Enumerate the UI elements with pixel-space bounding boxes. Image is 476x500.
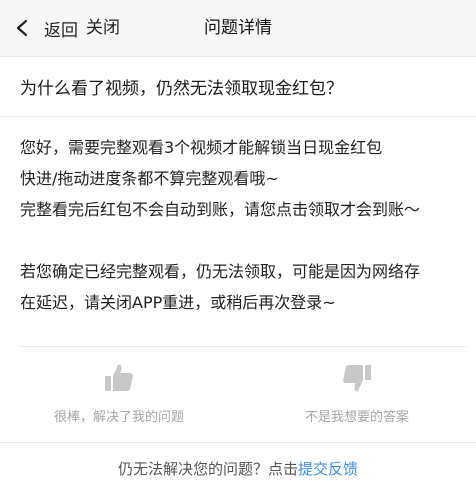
divider: [0, 116, 476, 117]
answer-body: 您好，需要完整观看3个视频才能解锁当日现金红包 快进/拖动进度条都不算完整观看哦…: [20, 132, 466, 318]
divider: [18, 346, 466, 347]
helpful-button[interactable]: 很棒，解决了我的问题: [0, 350, 238, 442]
question-title: 为什么看了视频，仍然无法领取现金红包？: [20, 79, 343, 99]
not-helpful-label: 不是我想要的答案: [304, 410, 409, 425]
divider: [0, 442, 476, 443]
not-helpful-button[interactable]: 不是我想要的答案: [238, 350, 476, 442]
answer-blank-line: [20, 225, 466, 256]
submit-feedback-link[interactable]: 提交反馈: [298, 460, 358, 478]
thumbs-up-icon: [105, 364, 133, 391]
answer-line: 快进/拖动进度条都不算完整观看哦~: [20, 169, 279, 188]
answer-line: 您好，需要完整观看3个视频才能解锁当日现金红包: [20, 138, 383, 157]
answer-line: 在延迟，请关闭APP重进，或稍后再次登录~: [20, 293, 336, 312]
page-title: 问题详情: [204, 18, 272, 38]
answer-line: 若您确定已经完整观看，仍无法领取，可能是因为网络存: [20, 262, 421, 281]
helpful-label: 很棒，解决了我的问题: [53, 410, 184, 425]
nav-bar: 返回 关闭 问题详情: [0, 0, 476, 57]
footer-prompt: 仍无法解决您的问题？点击提交反馈: [0, 458, 476, 482]
thumbs-down-icon: [343, 365, 371, 392]
answer-line: 完整看完后红包不会自动到账，请您点击领取才会到账～: [20, 200, 421, 219]
footer-prompt-text: 仍无法解决您的问题？点击: [117, 460, 298, 478]
